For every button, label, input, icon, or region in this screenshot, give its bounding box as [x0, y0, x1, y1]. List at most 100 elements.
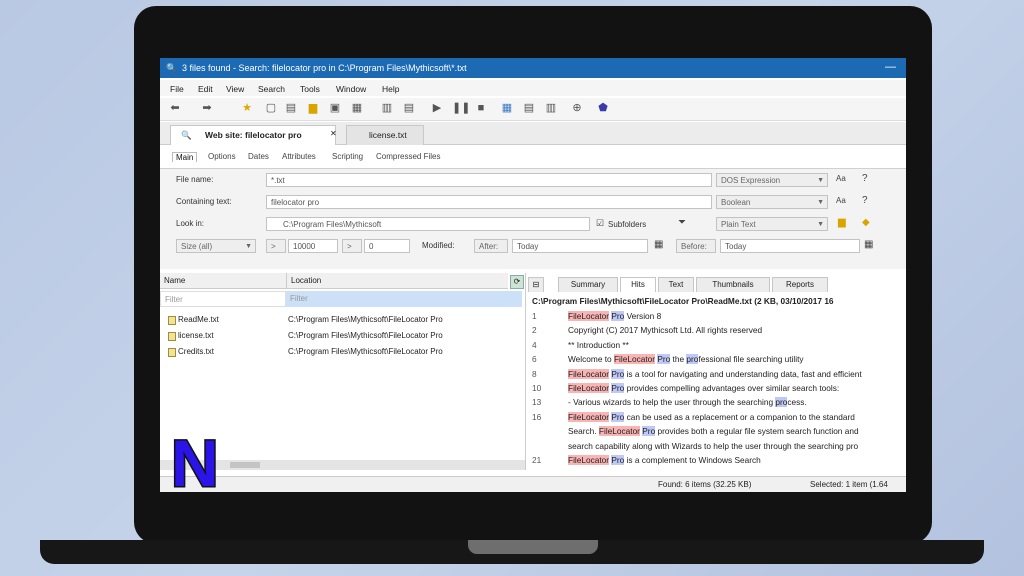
size-value-2-input[interactable]: 0	[364, 239, 410, 253]
subtab-compressed-files[interactable]: Compressed Files	[376, 152, 440, 161]
case-sensitive-icon[interactable]: Aa	[836, 174, 846, 183]
containing-text-mode-select[interactable]: Boolean ▼	[716, 195, 828, 209]
table-row[interactable]: Credits.txt C:\Program Files\Mythicsoft\…	[160, 345, 525, 359]
menu-file[interactable]: File	[170, 84, 184, 94]
tab-search[interactable]: 🔍 Web site: filelocator pro	[170, 125, 336, 145]
view-details-icon[interactable]: ▤	[522, 101, 536, 115]
after-select[interactable]: After:	[474, 239, 508, 253]
refresh-icon[interactable]: ⟳	[510, 275, 524, 289]
forward-icon[interactable]: ➡	[200, 101, 214, 115]
text-segment: cess.	[787, 397, 807, 408]
subfolders-checkbox[interactable]: ☑	[596, 218, 604, 229]
after-date-input[interactable]: Today	[512, 239, 648, 253]
file-name-mode-select[interactable]: DOS Expression ▼	[716, 173, 828, 187]
close-tab-icon[interactable]: ✕	[330, 129, 337, 138]
tab-hits[interactable]: Hits	[620, 277, 656, 292]
help-icon[interactable]: ?	[862, 195, 868, 206]
report-icon[interactable]: ▤	[402, 101, 416, 115]
document-tabs: 🔍 Web site: filelocator pro ✕ license.tx…	[160, 122, 906, 145]
text-segment: ** Introduction **	[568, 339, 629, 350]
laptop-notch	[468, 540, 598, 554]
shield-icon[interactable]: ⬟	[596, 101, 610, 115]
name-filter-input[interactable]: Filter	[160, 291, 286, 307]
containing-text-mode-value: Boolean	[721, 198, 751, 207]
search-icon: 🔍	[181, 130, 192, 140]
print-icon[interactable]: ▦	[350, 101, 364, 115]
text-segment: can be used as a replacement or a compan…	[624, 411, 855, 422]
back-icon[interactable]: ⬅	[168, 101, 182, 115]
menu-search[interactable]: Search	[258, 84, 285, 94]
help-icon[interactable]: ?	[862, 173, 868, 184]
hit-highlight: Pro	[611, 311, 625, 321]
preview-line: 6 Welcome to FileLocator Pro the professi…	[528, 352, 906, 366]
containing-text-input[interactable]: filelocator pro	[266, 195, 712, 209]
calendar-icon[interactable]: ▦	[864, 239, 873, 250]
start-search-icon[interactable]: ▶	[430, 101, 444, 115]
view-list-icon[interactable]: ▦	[500, 101, 514, 115]
preview-line: search capability along with Wizards to …	[528, 439, 906, 453]
menu-help[interactable]: Help	[382, 84, 399, 94]
location-filter-input[interactable]: Filter	[286, 291, 522, 307]
scrollbar-thumb[interactable]	[230, 462, 260, 468]
tab-text[interactable]: Text	[658, 277, 694, 292]
subtab-attributes[interactable]: Attributes	[282, 152, 316, 161]
preview-line: Search. FileLocator Pro provides both a …	[528, 424, 906, 438]
tab-reports[interactable]: Reports	[772, 277, 828, 292]
table-row[interactable]: ReadMe.txt C:\Program Files\Mythicsoft\F…	[160, 313, 525, 327]
web-icon[interactable]: ⊕	[570, 101, 584, 115]
stop-icon[interactable]: ■	[474, 101, 488, 115]
subtab-options[interactable]: Options	[208, 152, 236, 161]
tab-thumbnails[interactable]: Thumbnails	[696, 277, 770, 292]
view-preview-icon[interactable]: ▥	[544, 101, 558, 115]
before-select[interactable]: Before:	[676, 239, 716, 253]
properties-icon[interactable]: ▥	[380, 101, 394, 115]
pin-icon[interactable]: ◆	[862, 217, 870, 228]
calendar-icon[interactable]: ▦	[654, 239, 663, 250]
line-text: Search. FileLocator Pro provides both a …	[568, 424, 859, 438]
minimize-button[interactable]: —	[885, 61, 896, 73]
menu-edit[interactable]: Edit	[198, 84, 213, 94]
column-header-name[interactable]: Name	[160, 273, 286, 289]
hit-highlight: FileLocator	[568, 311, 610, 321]
new-search-icon[interactable]: ▢	[264, 101, 278, 115]
preview-line: 1 FileLocator Pro Version 8	[528, 309, 906, 323]
menu-view[interactable]: View	[226, 84, 244, 94]
before-date-input[interactable]: Today	[720, 239, 860, 253]
size-operator-select[interactable]: >	[266, 239, 286, 253]
preview-line: 16 FileLocator Pro can be used as a repla…	[528, 410, 906, 424]
size-value-input[interactable]: 10000	[288, 239, 338, 253]
hit-highlight: Pro	[611, 455, 625, 465]
menu-bar: File Edit View Search Tools Window Help	[160, 80, 906, 96]
case-sensitive-icon[interactable]: Aa	[836, 196, 846, 205]
hit-highlight: pro	[686, 354, 699, 365]
size-select[interactable]: Size (all) ▼	[176, 239, 256, 253]
subtab-dates[interactable]: Dates	[248, 152, 269, 161]
menu-window[interactable]: Window	[336, 84, 366, 94]
line-number: 6	[532, 354, 537, 365]
file-location: C:\Program Files\Mythicsoft\FileLocator …	[288, 315, 443, 324]
tab-license[interactable]: license.txt	[346, 125, 424, 145]
file-location: C:\Program Files\Mythicsoft\FileLocator …	[288, 331, 443, 340]
subtab-main[interactable]: Main	[172, 152, 198, 162]
browse-folder-icon[interactable]: ▆	[838, 217, 846, 228]
pause-icon[interactable]: ❚❚	[452, 101, 470, 115]
column-header-location[interactable]: Location	[286, 273, 508, 289]
preview-pin-icon[interactable]: ⊟	[528, 277, 544, 292]
size-operator-2-select[interactable]: >	[342, 239, 362, 253]
filter-icon[interactable]: ⏷	[678, 217, 686, 228]
subtab-scripting[interactable]: Scripting	[332, 152, 363, 161]
copy-icon[interactable]: ▤	[284, 101, 298, 115]
table-row[interactable]: license.txt C:\Program Files\Mythicsoft\…	[160, 329, 525, 343]
tab-summary[interactable]: Summary	[558, 277, 618, 292]
line-number: 16	[532, 411, 542, 422]
favorites-star-icon[interactable]: ★	[240, 101, 254, 115]
open-folder-icon[interactable]: ▆	[306, 101, 320, 115]
hit-highlight: Pro	[611, 411, 625, 422]
save-icon[interactable]: ▣	[328, 101, 342, 115]
look-in-input[interactable]: C:\Program Files\Mythicsoft	[266, 217, 590, 231]
file-name-label: File name:	[176, 175, 214, 184]
toolbar: ⬅ ➡ ★ ▢ ▤ ▆ ▣ ▦ ▥ ▤ ▶ ❚❚ ■ ▦ ▤ ▥ ⊕ ⬟	[160, 98, 906, 121]
file-name-input[interactable]: *.txt	[266, 173, 712, 187]
menu-tools[interactable]: Tools	[300, 84, 320, 94]
look-in-mode-select[interactable]: Plain Text ▼	[716, 217, 828, 231]
